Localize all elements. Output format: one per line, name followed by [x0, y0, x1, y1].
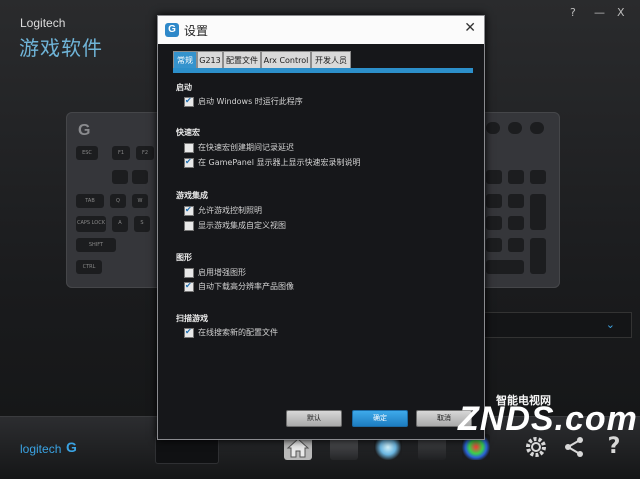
- ok-button[interactable]: 确定: [352, 410, 408, 427]
- g-logo-icon: G: [165, 23, 179, 37]
- section-title: 图形: [176, 253, 192, 262]
- checkbox[interactable]: [184, 96, 194, 107]
- option-label: 允许游戏控制照明: [198, 206, 262, 215]
- key: [508, 238, 524, 252]
- settings-dialog: G 设置 ✕ 常规 G213 配置文件 Arx Control 开发人员 启动 …: [157, 15, 485, 440]
- checkbox[interactable]: [184, 281, 194, 292]
- chevron-down-icon: ⌄: [605, 318, 615, 331]
- key-shift: SHIFT: [76, 238, 116, 252]
- key-s: S: [134, 216, 150, 232]
- tab-developer[interactable]: 开发人员: [311, 51, 351, 69]
- dialog-titlebar: G 设置 ✕: [158, 16, 484, 44]
- key: [508, 194, 524, 208]
- tab-general[interactable]: 常规: [173, 51, 197, 69]
- logitech-logo: logitech: [20, 442, 62, 456]
- option-label: 显示游戏集成自定义视图: [198, 221, 286, 230]
- defaults-button[interactable]: 默认: [286, 410, 342, 427]
- profile-dropdown[interactable]: ⌄: [478, 312, 632, 338]
- option-label: 在快速宏创建期间记录延迟: [198, 143, 294, 152]
- dialog-title: 设置: [184, 24, 209, 38]
- app-window: Logitech 游戏软件 ? — X G ESC F1 F2 TAB CAPS…: [0, 0, 640, 479]
- checkbox[interactable]: [184, 157, 194, 168]
- watermark-logo: ZNDS.com: [458, 400, 638, 438]
- option-label: 在线搜索新的配置文件: [198, 328, 278, 337]
- key-w: W: [132, 194, 148, 208]
- key: [486, 260, 524, 274]
- key-q: Q: [110, 194, 126, 208]
- key: [486, 238, 502, 252]
- minimize-button[interactable]: —: [594, 6, 605, 19]
- section-title: 扫描游戏: [176, 314, 208, 323]
- checkbox[interactable]: [184, 205, 194, 216]
- section-title: 游戏集成: [176, 191, 208, 200]
- key-ctrl: CTRL: [76, 260, 102, 274]
- checkbox[interactable]: [184, 221, 194, 231]
- key-caps: CAPS LOCK: [76, 216, 106, 232]
- tab-g213[interactable]: G213: [197, 51, 223, 69]
- key: [530, 238, 546, 274]
- tab-underline: [173, 68, 473, 73]
- option-label: 启用增强图形: [198, 268, 246, 277]
- option-label: 启动 Windows 时运行此程序: [198, 97, 303, 106]
- g-logo-icon: G: [66, 439, 77, 455]
- brand-name: Logitech: [20, 16, 66, 30]
- section-title: 快速宏: [176, 128, 200, 137]
- key: [508, 216, 524, 230]
- key: [486, 194, 502, 208]
- key: [486, 170, 502, 184]
- key: [508, 170, 524, 184]
- help-window-button[interactable]: ?: [570, 6, 576, 19]
- checkbox[interactable]: [184, 327, 194, 338]
- key-tab: TAB: [76, 194, 104, 208]
- checkbox[interactable]: [184, 143, 194, 153]
- close-icon[interactable]: ✕: [464, 20, 476, 36]
- g-logo-icon: G: [78, 122, 91, 139]
- key-esc: ESC: [76, 146, 98, 160]
- key-f1: F1: [112, 146, 130, 160]
- key: [530, 170, 546, 184]
- key-a: A: [112, 216, 128, 232]
- key: [530, 194, 546, 230]
- media-key: [486, 122, 500, 134]
- media-key: [508, 122, 522, 134]
- checkbox[interactable]: [184, 268, 194, 278]
- section-title: 启动: [176, 83, 192, 92]
- tab-arx-control[interactable]: Arx Control: [261, 51, 311, 69]
- option-label: 自动下载高分辨率产品图像: [198, 282, 294, 291]
- key: [112, 170, 128, 184]
- tab-profiles[interactable]: 配置文件: [223, 51, 261, 69]
- app-title: 游戏软件: [19, 36, 103, 60]
- option-label: 在 GamePanel 显示器上显示快速宏录制说明: [198, 158, 361, 167]
- key-f2: F2: [136, 146, 154, 160]
- device-thumbnail[interactable]: [155, 436, 219, 464]
- close-app-button[interactable]: X: [617, 6, 625, 19]
- media-key: [530, 122, 544, 134]
- key: [132, 170, 148, 184]
- key: [486, 216, 502, 230]
